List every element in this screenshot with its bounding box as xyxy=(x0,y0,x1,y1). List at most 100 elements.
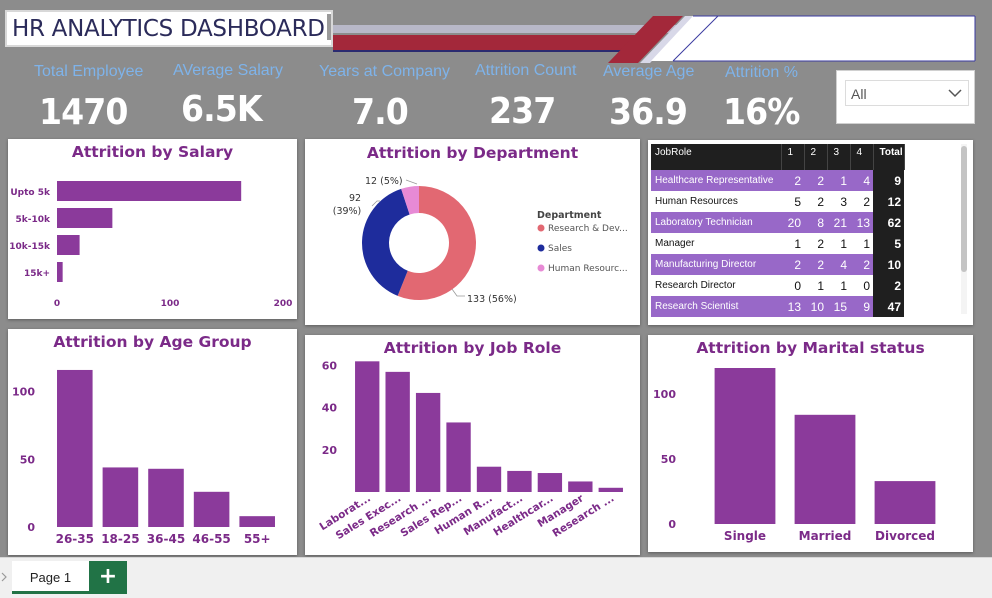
matrix-total-cell: 9 xyxy=(873,170,904,191)
role-card[interactable]: Attrition by Job Role 20 40 60 Laborat... Sa… xyxy=(305,335,640,555)
legend-marker xyxy=(537,224,545,232)
age-category-label: 18-25 xyxy=(101,532,139,546)
matrix-row[interactable]: Laboratory Technician 20 8 21 13 62 xyxy=(651,212,904,233)
matrix-row-label: Research Scientist xyxy=(651,296,781,317)
age-category-label: 46-55 xyxy=(192,532,230,546)
matrix-total-cell: 62 xyxy=(873,212,904,233)
role-bar xyxy=(598,487,623,492)
salary-tick-label: 0 xyxy=(54,299,60,309)
kpi-label-attrition-count: Attrition Count xyxy=(475,62,577,79)
kpi-value-average-age: 36.9 xyxy=(609,92,688,133)
age-bar xyxy=(57,369,93,527)
matrix-total-cell: 10 xyxy=(873,254,904,275)
matrix-row[interactable]: Manufacturing Director 2 2 4 2 10 xyxy=(651,254,904,275)
matrix-row-label: Human Resources xyxy=(651,191,781,212)
kpi-label-total-employee: Total Employee xyxy=(34,63,144,80)
marital-tick-label: 50 xyxy=(661,453,677,466)
matrix-value-cell: 9 xyxy=(850,296,873,317)
matrix-row[interactable]: Research Scientist 13 10 15 9 47 xyxy=(651,296,904,317)
matrix-header-cell[interactable]: 2 xyxy=(804,144,828,170)
marital-bar xyxy=(714,368,776,524)
salary-category-label: 5k-10k xyxy=(16,215,52,225)
chevron-down-icon xyxy=(948,89,962,98)
marital-card[interactable]: Attrition by Marital status 0 50 100 Single… xyxy=(648,335,973,552)
age-bar xyxy=(102,467,139,527)
age-category-label: 26-35 xyxy=(56,532,94,546)
salary-bar xyxy=(57,235,80,255)
matrix-total-cell: 12 xyxy=(873,191,904,212)
matrix-value-cell: 20 xyxy=(781,212,804,233)
salary-category-label: 10k-15k xyxy=(9,242,51,252)
salary-bar xyxy=(57,181,242,201)
age-category-label: 55+ xyxy=(244,532,271,546)
age-tick-label: 50 xyxy=(20,453,36,466)
matrix-header-cell[interactable]: Total xyxy=(873,144,905,170)
role-bar xyxy=(537,473,563,492)
matrix-value-cell: 2 xyxy=(804,191,827,212)
matrix-header-cell[interactable]: 1 xyxy=(781,144,805,170)
age-tick-label: 100 xyxy=(12,386,35,399)
jobrole-matrix: JobRole 1 2 3 4 Total Healthcare Representativ… xyxy=(651,144,905,317)
department-data-label: 133 (56%) xyxy=(467,294,517,305)
matrix-header-jobrole[interactable]: JobRole xyxy=(651,144,782,170)
kpi-value-total-employee: 1470 xyxy=(39,92,128,133)
page-tab-bar xyxy=(0,557,992,598)
department-data-label: 12 (5%) xyxy=(365,176,403,187)
salary-bar xyxy=(57,262,63,282)
tab-page-1[interactable]: Page 1 xyxy=(12,561,89,594)
role-tick-label: 60 xyxy=(322,360,338,373)
age-card[interactable]: Attrition by Age Group 0 50 100 26-35 18-25 3… xyxy=(8,329,297,555)
matrix-row[interactable]: Human Resources 5 2 3 2 12 xyxy=(651,191,904,212)
matrix-total-cell: 47 xyxy=(873,296,904,317)
legend-entry: Research & Dev... xyxy=(548,224,628,234)
salary-bar xyxy=(57,208,113,228)
matrix-total-cell: 2 xyxy=(873,275,904,296)
kpi-value-years-at-company: 7.0 xyxy=(352,92,409,133)
salary-category-label: 15k+ xyxy=(24,269,50,279)
role-tick-label: 20 xyxy=(322,444,338,457)
matrix-value-cell: 1 xyxy=(804,275,827,296)
matrix-value-cell: 4 xyxy=(827,254,850,275)
salary-tick-label: 200 xyxy=(274,299,293,309)
matrix-value-cell: 0 xyxy=(850,275,873,296)
matrix-scrollbar-thumb[interactable] xyxy=(961,146,967,272)
matrix-row[interactable]: Manager 1 2 1 1 5 xyxy=(651,233,904,254)
banner-stripe-top xyxy=(333,25,678,33)
matrix-value-cell: 10 xyxy=(804,296,827,317)
age-tick-label: 0 xyxy=(27,521,35,534)
filter-slicer: All xyxy=(836,70,975,124)
salary-card[interactable]: Attrition by Salary Upto 5k 5k-10k 10k-15k… xyxy=(8,139,297,319)
matrix-row[interactable]: Healthcare Representative 2 2 1 4 9 xyxy=(651,170,904,191)
matrix-row-label: Laboratory Technician xyxy=(651,212,781,233)
slicer-dropdown[interactable]: All xyxy=(845,80,969,106)
matrix-value-cell: 21 xyxy=(827,212,850,233)
matrix-scrollbar-track[interactable] xyxy=(961,144,967,314)
banner-white-panel xyxy=(651,16,975,61)
matrix-row[interactable]: Research Director 0 1 1 0 2 xyxy=(651,275,904,296)
department-data-label: (39%) xyxy=(333,206,362,217)
page-title: HR ANALYTICS DASHBOARD xyxy=(12,16,325,42)
title-cursor xyxy=(327,14,331,40)
marital-bar xyxy=(794,414,856,524)
matrix-row-label: Healthcare Representative xyxy=(651,170,781,191)
matrix-row-label: Research Director xyxy=(651,275,781,296)
matrix-value-cell: 15 xyxy=(827,296,850,317)
salary-tick-label: 100 xyxy=(161,299,180,309)
matrix-header-cell[interactable]: 4 xyxy=(850,144,874,170)
matrix-value-cell: 1 xyxy=(827,275,850,296)
marital-tick-label: 100 xyxy=(653,388,676,401)
matrix-value-cell: 2 xyxy=(804,170,827,191)
jobrole-matrix-viewport: JobRole 1 2 3 4 Total Healthcare Representativ… xyxy=(651,144,954,324)
kpi-value-attrition-percent: 16% xyxy=(723,92,800,133)
jobrole-matrix-card[interactable]: JobRole 1 2 3 4 Total Healthcare Representativ… xyxy=(648,140,973,325)
role-bar xyxy=(446,422,471,492)
matrix-value-cell: 1 xyxy=(827,170,850,191)
role-bar xyxy=(415,392,441,492)
kpi-label-average-salary: AVerage Salary xyxy=(173,62,283,79)
banner-stripe-red xyxy=(333,35,648,50)
matrix-header-cell[interactable]: 3 xyxy=(827,144,851,170)
department-card[interactable]: Attrition by Department 133 (56%) 92 (39%)… xyxy=(305,139,640,325)
chevron-right-icon[interactable] xyxy=(1,572,7,582)
add-page-button[interactable]: + xyxy=(89,561,127,594)
matrix-value-cell: 0 xyxy=(781,275,804,296)
